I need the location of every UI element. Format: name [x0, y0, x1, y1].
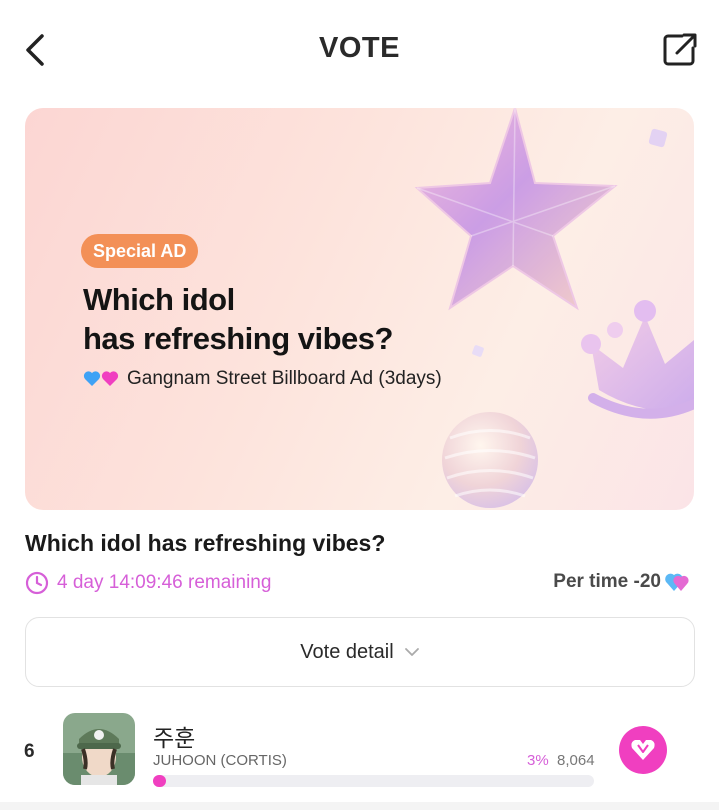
vote-percent: 3%	[527, 752, 549, 769]
header: VOTE	[0, 0, 719, 100]
vote-progress-bar	[153, 775, 594, 787]
avatar	[63, 713, 135, 785]
remaining-time: 4 day 14:09:46 remaining	[25, 571, 271, 595]
remaining-time-text: 4 day 14:09:46 remaining	[57, 572, 272, 593]
share-button[interactable]	[660, 30, 700, 70]
hearts-icon	[83, 370, 121, 388]
rank-number: 6	[24, 741, 35, 762]
idol-name-english: JUHOON (CORTIS)	[153, 752, 287, 769]
heart-gem-icon	[665, 573, 689, 591]
banner-subtitle-text: Gangnam Street Billboard Ad (3days)	[127, 368, 442, 389]
per-time-text: Per time -20	[553, 571, 661, 592]
vote-heart-icon	[631, 740, 655, 760]
special-ad-banner[interactable]: Special AD Which idol has refreshing vib…	[25, 108, 694, 510]
vote-progress-fill	[153, 775, 167, 787]
banner-headline: Which idol has refreshing vibes?	[83, 280, 463, 358]
idol-name-korean: 주훈	[153, 725, 196, 751]
vote-count: 8,064	[557, 752, 595, 769]
per-time-cost: Per time -20	[553, 571, 691, 593]
clock-icon	[25, 571, 49, 595]
vote-detail-label: Vote detail	[300, 640, 394, 663]
ranking-row[interactable]: 6 주훈 JUHOON (CORTIS) 3% 8,064	[0, 703, 719, 803]
special-ad-badge: Special AD	[81, 234, 199, 268]
banner-headline-line2: has refreshing vibes?	[83, 321, 393, 356]
banner-headline-line1: Which idol	[83, 282, 235, 317]
chevron-down-icon	[404, 648, 419, 656]
banner-subtitle: Gangnam Street Billboard Ad (3days)	[83, 368, 442, 390]
divider	[0, 802, 719, 810]
vote-button[interactable]	[619, 726, 667, 774]
page-title: VOTE	[319, 32, 400, 64]
vote-title: Which idol has refreshing vibes?	[25, 530, 386, 556]
share-icon	[663, 33, 697, 66]
vote-detail-button[interactable]: Vote detail	[25, 617, 695, 687]
